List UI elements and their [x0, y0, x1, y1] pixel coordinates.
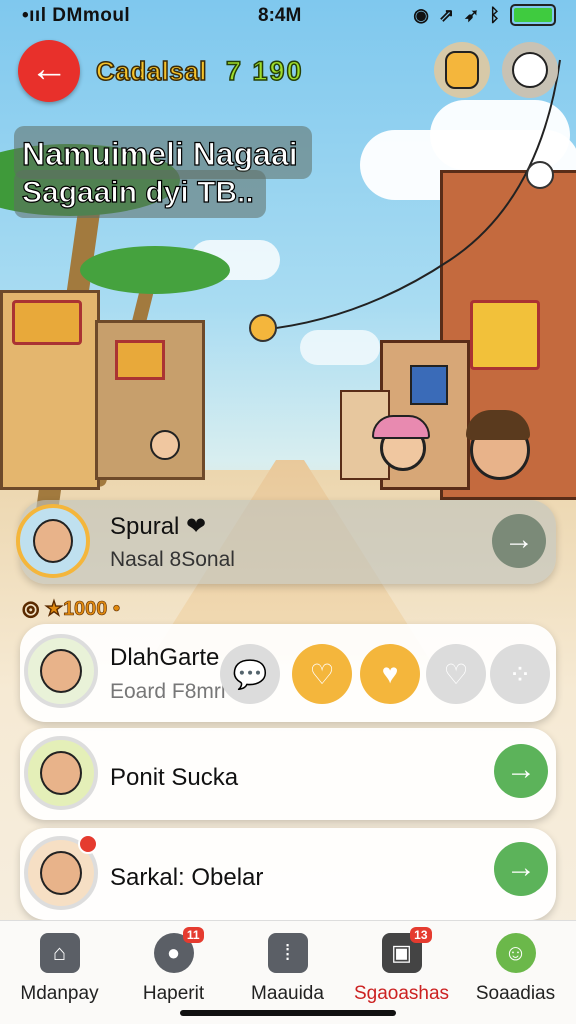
media-icon: ⁞ [267, 933, 308, 973]
dots-heart-reaction[interactable]: ⁘ [490, 644, 550, 704]
tab-profile[interactable]: ☺ Soaadias [458, 929, 573, 1005]
cat-avatar-button[interactable] [502, 42, 558, 98]
friend-name: Sarkal: Obelar [110, 864, 264, 891]
notification-dot [78, 834, 98, 854]
score: 7 190 [225, 55, 304, 87]
nav-arrow-icon: ➶ [464, 4, 480, 25]
arrow-left-icon: ← [30, 48, 68, 90]
friend-card-4[interactable]: Sarkal: Obelar → [20, 828, 556, 920]
status-bar: •ııl DMmoul 8:4M ◉ ⇗ ➶ ᛒ [0, 0, 576, 30]
tab-label: Mdanpay [20, 983, 99, 1004]
avatar [24, 736, 98, 810]
tab-chat[interactable]: ● 11 Haperit [116, 927, 231, 1005]
avatar [24, 634, 98, 708]
friend-name: Spural ❤ [110, 513, 207, 540]
home-indicator [180, 1010, 396, 1016]
tab-label: Haperit [142, 983, 205, 1004]
arrow-right-icon: → [506, 851, 536, 884]
arrow-right-icon: → [504, 523, 534, 556]
friend-card-1[interactable]: Spural ❤ Nasal 8Sonal → [16, 500, 556, 584]
character-button[interactable] [434, 42, 490, 98]
tab-media[interactable]: ⁞ Maauida [230, 929, 345, 1005]
friend-card-3[interactable]: Ponit Sucka → [20, 728, 556, 820]
home-icon: ⌂ [39, 933, 80, 973]
speech-bubble-reaction[interactable]: 💬 [220, 644, 280, 704]
go-button[interactable]: → [494, 842, 548, 896]
friend-name: Ponit Sucka [110, 764, 239, 791]
battery-icon [510, 4, 556, 26]
tab-label: Soaadias [475, 983, 556, 1004]
go-button[interactable]: → [492, 514, 546, 568]
bluetooth-icon: ᛒ [489, 4, 500, 25]
dialogue-caption-2: Sagaain dyi TB.. [14, 170, 266, 218]
friend-name: DlahGarte [110, 644, 220, 671]
chat-badge: 11 [182, 927, 204, 943]
friend-status: Nasal 8Sonal [110, 548, 235, 571]
back-button[interactable]: ← [18, 40, 80, 102]
coin-counter: ◎ ★1000 • [22, 598, 121, 621]
speech-bubble-icon: 💬 [232, 658, 268, 690]
heart-bubble-icon: ♡ [309, 658, 335, 690]
carrier-label: •ııl DMmoul [22, 5, 131, 26]
gift-badge: 13 [410, 927, 432, 943]
tab-home[interactable]: ⌂ Mdanpay [2, 929, 117, 1005]
heart-hand-icon: ♡ [443, 658, 469, 690]
location-icon: ◉ [413, 4, 429, 25]
clock: 8:4M [258, 5, 302, 26]
arrow-right-icon: → [506, 753, 536, 786]
go-button[interactable]: → [494, 744, 548, 798]
friend-status: Eoard F8mrl [110, 680, 226, 703]
tab-label: Sgaoashas [353, 983, 450, 1004]
friend-card-2[interactable]: DlahGarte Eoard F8mrl 8 💬 ♡ ♥ ♡ ⁘ [20, 624, 556, 722]
caption-line-1: Namuimeli Nagaai [21, 135, 298, 172]
heart-reaction[interactable]: ♥ [360, 644, 420, 704]
game-name: Cadalsal [95, 55, 207, 87]
dots-heart-icon: ⁘ [508, 658, 532, 690]
caption-line-2: Sagaain dyi TB.. [21, 175, 254, 209]
tab-gifts[interactable]: ▣ 13 Sgaoashas [344, 927, 459, 1005]
tab-label: Maauida [251, 983, 324, 1004]
chat-icon: ● 11 [153, 927, 204, 973]
avatar [16, 504, 90, 578]
heart-hand-reaction[interactable]: ♡ [426, 644, 486, 704]
heart-bubble-reaction[interactable]: ♡ [292, 644, 352, 704]
gift-icon: ▣ 13 [381, 927, 432, 973]
character-face-icon [445, 51, 479, 89]
profile-icon: ☺ [495, 933, 536, 973]
heart-icon: ♥ [381, 658, 399, 689]
bottom-nav: ⌂ Mdanpay ● 11 Haperit ⁞ Maauida ▣ 13 Sgao… [0, 920, 576, 1024]
cat-icon [512, 52, 548, 88]
signal-icon: ⇗ [439, 4, 455, 25]
